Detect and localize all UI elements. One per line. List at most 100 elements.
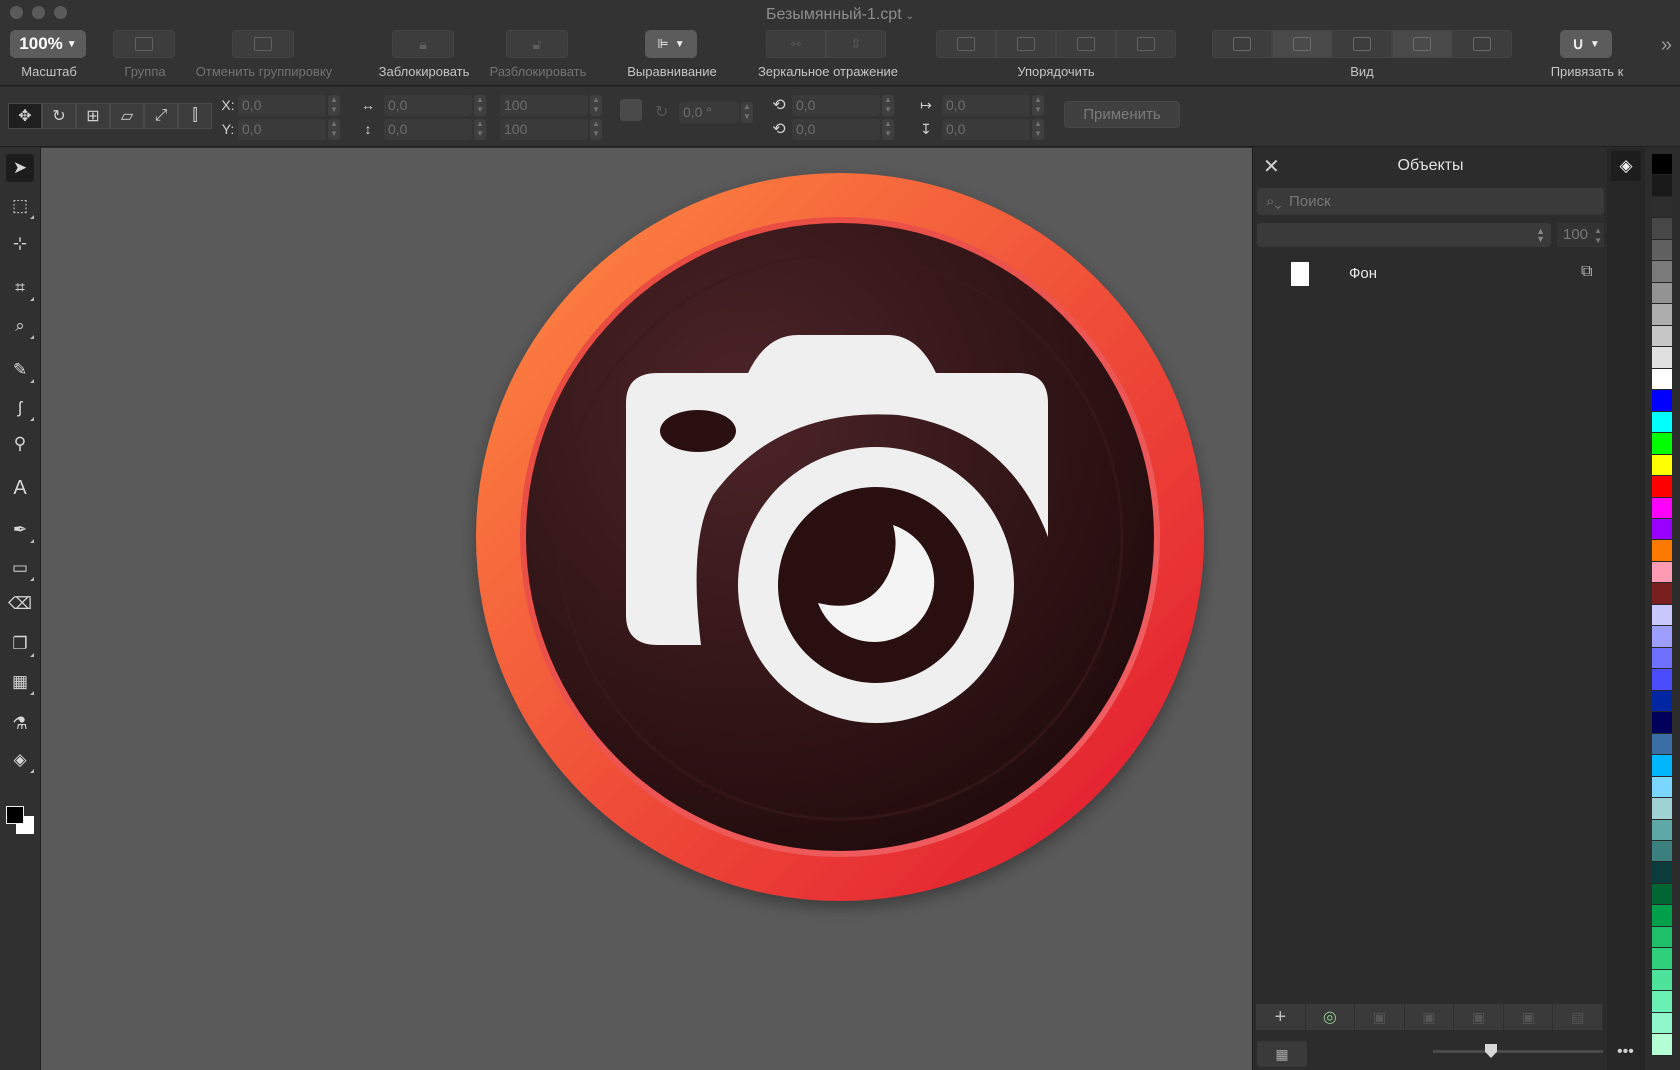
- color-swatch[interactable]: [1652, 196, 1672, 219]
- new-sublayer-button[interactable]: ▣: [1454, 1004, 1504, 1030]
- transparency-tool[interactable]: ▦: [6, 668, 34, 696]
- pick-tool[interactable]: ➤: [6, 154, 34, 182]
- color-swatch[interactable]: [1652, 755, 1672, 777]
- color-swatch[interactable]: [1652, 454, 1672, 477]
- apply-button[interactable]: Применить: [1064, 101, 1180, 128]
- drawing-canvas[interactable]: [41, 148, 1252, 1070]
- color-swatch[interactable]: [1652, 347, 1672, 369]
- color-swatch[interactable]: [1652, 218, 1672, 240]
- bezier-tool[interactable]: ʃ: [6, 394, 34, 422]
- angle-stepper[interactable]: ▲ ▼: [741, 101, 753, 123]
- rotation-y-input[interactable]: 0,0: [792, 118, 880, 140]
- color-swatch[interactable]: [1652, 690, 1672, 713]
- more-options-icon[interactable]: •••: [1617, 1043, 1634, 1061]
- color-swatch[interactable]: [1652, 604, 1672, 627]
- smart-fill-tool[interactable]: ⚲: [6, 430, 34, 458]
- node-select-tool[interactable]: ⊹: [6, 230, 34, 258]
- color-swatch[interactable]: [1652, 647, 1672, 670]
- shadow-tool[interactable]: ❐: [6, 630, 34, 658]
- color-swatch[interactable]: [1652, 626, 1672, 648]
- color-swatch[interactable]: [1652, 497, 1672, 519]
- skew-v-input[interactable]: 0,0: [942, 118, 1030, 140]
- ungroup-button[interactable]: [232, 30, 294, 58]
- opacity-input[interactable]: 100 ▲ ▼: [1557, 223, 1604, 247]
- view-rulers-button[interactable]: [1212, 30, 1272, 58]
- color-swatch[interactable]: [1652, 583, 1672, 605]
- add-master-layer-button[interactable]: ◎: [1305, 1004, 1356, 1030]
- layer-manager-button[interactable]: ▦: [1257, 1041, 1307, 1067]
- fill-tool[interactable]: ◈: [6, 746, 34, 774]
- mirror-horizontal-button[interactable]: ⇿: [766, 30, 826, 58]
- duplicate-layer-button[interactable]: ▣: [1404, 1004, 1455, 1030]
- send-to-back-button[interactable]: [1116, 30, 1176, 58]
- view-pixel-button[interactable]: [1392, 30, 1452, 58]
- color-swatch[interactable]: [1652, 948, 1672, 970]
- color-swatch[interactable]: [1652, 261, 1672, 283]
- color-swatch[interactable]: [1652, 1034, 1672, 1056]
- rotate-mode-button[interactable]: ↻: [42, 103, 76, 129]
- unlock-button[interactable]: 🔓︎: [506, 30, 568, 58]
- color-swatch[interactable]: [1652, 776, 1672, 799]
- crop-tool[interactable]: ⌗: [6, 274, 34, 302]
- zoom-select[interactable]: 100% ▼: [10, 30, 86, 58]
- x-stepper[interactable]: ▲ ▼: [328, 94, 340, 116]
- rotation-x-input[interactable]: 0,0: [792, 94, 880, 116]
- color-swatch[interactable]: [1652, 239, 1672, 262]
- lock-button[interactable]: 🔒︎: [392, 30, 454, 58]
- color-swatch[interactable]: [1652, 476, 1672, 498]
- color-swatch[interactable]: [1652, 154, 1672, 176]
- scale-width-input[interactable]: 100: [500, 94, 588, 116]
- angle-input[interactable]: 0,0 °: [679, 101, 739, 123]
- color-swatch[interactable]: [1652, 433, 1672, 455]
- scale-mode-button[interactable]: ⊞: [76, 103, 110, 129]
- camera-logo[interactable]: [448, 148, 1233, 930]
- mirror-vertical-button[interactable]: ⇳: [826, 30, 886, 58]
- group-button[interactable]: [113, 30, 175, 58]
- skew-v-stepper[interactable]: ▲ ▼: [1032, 118, 1044, 140]
- color-swatch[interactable]: [1652, 304, 1672, 326]
- size-mode-button[interactable]: ⤢: [144, 103, 178, 129]
- blend-mode-select[interactable]: ▲ ▼: [1257, 223, 1551, 247]
- color-swatch[interactable]: [1652, 411, 1672, 434]
- height-input[interactable]: 0,0: [384, 118, 472, 140]
- rotation-x-stepper[interactable]: ▲ ▼: [882, 94, 894, 116]
- layers-icon[interactable]: ◈: [1611, 151, 1641, 181]
- width-input[interactable]: 0,0: [384, 94, 472, 116]
- y-input[interactable]: 0,0: [238, 118, 326, 140]
- eyedropper-tool[interactable]: ⚗: [6, 710, 34, 738]
- zoom-tool[interactable]: ⌕: [6, 312, 34, 340]
- marquee-tool[interactable]: ⬚: [6, 192, 34, 220]
- color-swatch[interactable]: [1652, 926, 1672, 949]
- rotation-y-stepper[interactable]: ▲ ▼: [882, 118, 894, 140]
- color-swatch[interactable]: [1652, 883, 1672, 906]
- x-input[interactable]: 0,0: [238, 94, 326, 116]
- color-swatch[interactable]: [1652, 669, 1672, 691]
- opacity-stepper[interactable]: ▲ ▼: [1594, 226, 1602, 246]
- color-swatch[interactable]: [1652, 561, 1672, 584]
- rectangle-tool[interactable]: ▭: [6, 554, 34, 582]
- delete-layer-button[interactable]: ▤: [1553, 1004, 1604, 1030]
- merge-layers-button[interactable]: ▣: [1503, 1004, 1554, 1030]
- mirror-mode-button[interactable]: ⫿: [178, 103, 212, 129]
- scale-height-stepper[interactable]: ▲ ▼: [590, 118, 602, 140]
- objects-search-input[interactable]: ⌕⌄ Поиск: [1257, 188, 1604, 215]
- document-title[interactable]: Безымянный-1.cpt ⌄: [0, 6, 1680, 24]
- freehand-tool[interactable]: ✎: [6, 356, 34, 384]
- scale-height-input[interactable]: 100: [500, 118, 588, 140]
- color-swatch[interactable]: [1652, 733, 1672, 756]
- color-swatch[interactable]: [1652, 798, 1672, 820]
- send-backward-button[interactable]: [1056, 30, 1116, 58]
- color-swatch[interactable]: [1652, 540, 1672, 562]
- color-swatch[interactable]: [1652, 390, 1672, 412]
- color-swatch[interactable]: [1652, 282, 1672, 305]
- color-swatch[interactable]: [1652, 175, 1672, 197]
- y-stepper[interactable]: ▲ ▼: [328, 118, 340, 140]
- color-swatch[interactable]: [1652, 862, 1672, 884]
- color-swatch[interactable]: [1652, 819, 1672, 841]
- color-swatch[interactable]: [1652, 368, 1672, 391]
- text-tool[interactable]: A: [6, 474, 34, 502]
- thumbnail-size-slider[interactable]: [1433, 1044, 1603, 1058]
- toolbar-overflow-icon[interactable]: »: [1661, 34, 1672, 57]
- view-grid-button[interactable]: [1272, 30, 1332, 58]
- color-swatch[interactable]: [1652, 905, 1672, 927]
